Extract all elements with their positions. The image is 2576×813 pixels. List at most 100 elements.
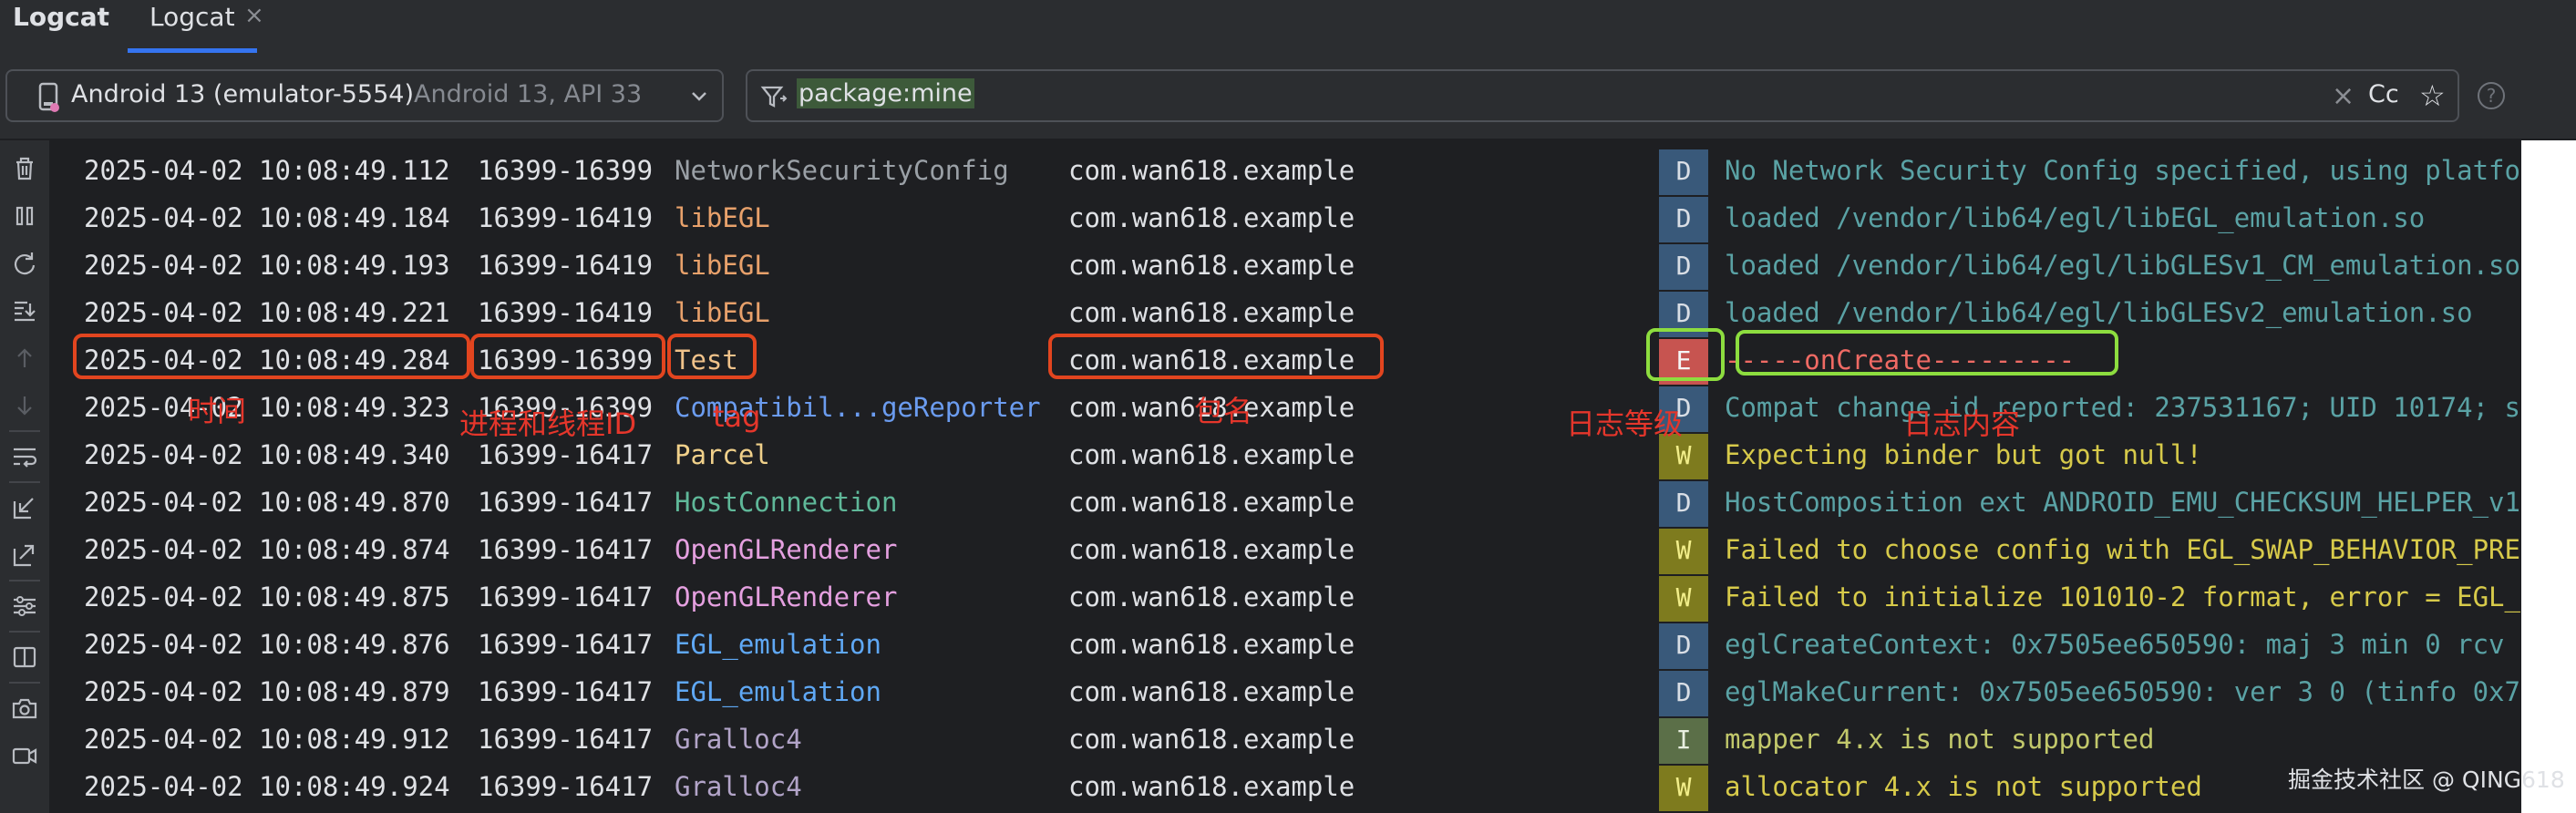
log-package: com.wan618.example bbox=[1068, 155, 1355, 186]
log-row[interactable]: 2025-04-02 10:08:49.875 16399-16417 OpenGL… bbox=[60, 574, 2576, 622]
log-tag: Gralloc4 bbox=[675, 771, 802, 802]
import-icon[interactable] bbox=[9, 492, 40, 523]
log-level-badge: D bbox=[1659, 481, 1708, 527]
log-row[interactable]: 2025-04-02 10:08:49.879 16399-16417 EGL_em… bbox=[60, 669, 2521, 716]
log-message-cell: Compat change id reported: 237531167; UI… bbox=[1725, 385, 2576, 432]
annotation-label-tag: tag bbox=[713, 399, 761, 434]
log-row[interactable]: 2025-04-02 10:08:49.193 16399-16419 libEGL… bbox=[60, 242, 2521, 290]
restart-icon[interactable] bbox=[9, 248, 40, 279]
logcat-side-toolbar bbox=[0, 140, 51, 813]
log-row[interactable]: 2025-04-02 10:08:49.340 16399-16417 Parcel… bbox=[60, 432, 2521, 479]
split-view-icon[interactable] bbox=[9, 642, 40, 673]
soft-wrap-icon[interactable] bbox=[9, 441, 40, 472]
log-message-cell: Failed to initialize 101010-2 format, er… bbox=[1725, 574, 2576, 622]
down-arrow-icon[interactable] bbox=[9, 390, 40, 421]
log-level-badge: W bbox=[1659, 529, 1708, 574]
log-list[interactable]: 2025-04-02 10:08:49.112 16399-16399 Networ… bbox=[60, 140, 2576, 813]
log-level-badge: I bbox=[1659, 718, 1708, 764]
match-case-toggle[interactable]: Cc bbox=[2368, 80, 2399, 108]
log-message-cell: loaded /vendor/lib64/egl/libEGL_emulatio… bbox=[1725, 195, 2576, 242]
log-pid-tid: 16399-16417 bbox=[478, 629, 654, 660]
log-pid-tid: 16399-16417 bbox=[478, 771, 654, 802]
log-timestamp: 2025-04-02 10:08:49.870 bbox=[84, 487, 450, 518]
log-timestamp: 2025-04-02 10:08:49.221 bbox=[84, 297, 450, 328]
up-arrow-icon[interactable] bbox=[9, 343, 40, 374]
export-icon[interactable] bbox=[9, 540, 40, 571]
log-timestamp: 2025-04-02 10:08:49.876 bbox=[84, 629, 450, 660]
log-level-badge: D bbox=[1659, 197, 1708, 242]
log-level-badge: W bbox=[1659, 766, 1708, 811]
log-timestamp: 2025-04-02 10:08:49.323 bbox=[84, 392, 450, 423]
log-tag: libEGL bbox=[675, 250, 770, 281]
chevron-down-icon bbox=[692, 92, 706, 101]
screenshot-icon[interactable] bbox=[9, 693, 40, 724]
log-pid-tid: 16399-16419 bbox=[478, 202, 654, 233]
log-message-cell: No Network Security Config specified, us… bbox=[1725, 148, 2576, 195]
device-selector[interactable]: Android 13 (emulator-5554) Android 13, A… bbox=[5, 69, 724, 122]
log-timestamp: 2025-04-02 10:08:49.112 bbox=[84, 155, 450, 186]
log-message: loaded /vendor/lib64/egl/libGLESv1_CM_em… bbox=[1725, 250, 2520, 281]
log-pid-tid: 16399-16417 bbox=[478, 487, 654, 518]
log-timestamp: 2025-04-02 10:08:49.340 bbox=[84, 439, 450, 470]
log-message: No Network Security Config specified, us… bbox=[1725, 155, 2576, 186]
annotation-box-time bbox=[73, 334, 470, 379]
favorite-star-icon[interactable]: ☆ bbox=[2419, 78, 2446, 113]
log-message: eglMakeCurrent: 0x7505ee650590: ver 3 0 … bbox=[1725, 676, 2520, 707]
device-api: Android 13, API 33 bbox=[414, 80, 643, 108]
log-row[interactable]: 2025-04-02 10:08:49.323 16399-16399 Compat… bbox=[60, 385, 2576, 432]
log-row[interactable]: 2025-04-02 10:08:49.876 16399-16417 EGL_em… bbox=[60, 622, 2536, 669]
log-message: eglCreateContext: 0x7505ee650590: maj 3 … bbox=[1725, 629, 2537, 660]
log-pid-tid: 16399-16419 bbox=[478, 250, 654, 281]
watermark: 掘金技术社区 @ QING618 bbox=[2288, 767, 2565, 793]
log-timestamp: 2025-04-02 10:08:49.184 bbox=[84, 202, 450, 233]
settings-icon[interactable] bbox=[9, 591, 40, 622]
log-message: loaded /vendor/lib64/egl/libEGL_emulatio… bbox=[1725, 202, 2426, 233]
log-package: com.wan618.example bbox=[1068, 487, 1355, 518]
log-tag: libEGL bbox=[675, 297, 770, 328]
log-pid-tid: 16399-16419 bbox=[478, 297, 654, 328]
log-message: mapper 4.x is not supported bbox=[1725, 724, 2155, 755]
log-row[interactable]: 2025-04-02 10:08:49.184 16399-16419 libEGL… bbox=[60, 195, 2521, 242]
window-edge bbox=[2521, 140, 2576, 813]
help-icon[interactable]: ? bbox=[2478, 82, 2505, 109]
log-row[interactable]: 2025-04-02 10:08:49.912 16399-16417 Grallo… bbox=[60, 716, 2521, 764]
filter-input[interactable]: package:mine × Cc ☆ bbox=[746, 69, 2459, 122]
log-pid-tid: 16399-16417 bbox=[478, 534, 654, 565]
log-message: Compat change id reported: 237531167; UI… bbox=[1725, 392, 2576, 423]
log-tag: HostConnection bbox=[675, 487, 898, 518]
log-package: com.wan618.example bbox=[1068, 724, 1355, 755]
log-level-badge: D bbox=[1659, 671, 1708, 716]
logcat-toolbar: Android 13 (emulator-5554) Android 13, A… bbox=[0, 53, 2576, 140]
tab-bar: Logcat Logcat × bbox=[0, 0, 2576, 53]
log-row[interactable]: 2025-04-02 10:08:49.112 16399-16399 Networ… bbox=[60, 148, 2576, 195]
log-timestamp: 2025-04-02 10:08:49.879 bbox=[84, 676, 450, 707]
device-icon bbox=[38, 82, 59, 112]
pause-icon[interactable] bbox=[9, 201, 40, 232]
log-package: com.wan618.example bbox=[1068, 297, 1355, 328]
log-tag: Gralloc4 bbox=[675, 724, 802, 755]
log-row[interactable]: 2025-04-02 10:08:49.221 16399-16419 libEGL… bbox=[60, 290, 2521, 337]
log-tag: OpenGLRenderer bbox=[675, 581, 898, 612]
screen-record-icon[interactable] bbox=[9, 740, 40, 771]
annotation-label-pid: 进程和线程ID bbox=[459, 406, 637, 441]
log-package: com.wan618.example bbox=[1068, 534, 1355, 565]
filter-icon bbox=[760, 86, 788, 108]
tab-close-icon[interactable]: × bbox=[244, 2, 264, 29]
filter-query-text[interactable]: package:mine bbox=[797, 78, 974, 108]
trash-icon[interactable] bbox=[9, 153, 40, 184]
log-row[interactable]: 2025-04-02 10:08:49.870 16399-16417 HostCo… bbox=[60, 479, 2521, 527]
gutter-separator bbox=[9, 682, 40, 684]
log-message-cell: mapper 4.x is not supported bbox=[1725, 716, 2576, 764]
log-pid-tid: 16399-16417 bbox=[478, 581, 654, 612]
tool-window-title: Logcat bbox=[13, 2, 109, 32]
clear-icon[interactable]: × bbox=[2332, 80, 2354, 112]
scroll-to-end-icon[interactable] bbox=[9, 295, 40, 326]
log-message: loaded /vendor/lib64/egl/libGLESv2_emula… bbox=[1725, 297, 2473, 328]
log-message-cell: loaded /vendor/lib64/egl/libGLESv1_CM_em… bbox=[1725, 242, 2576, 290]
annotation-label-package: 包名 bbox=[1194, 394, 1253, 428]
log-tag: EGL_emulation bbox=[675, 676, 881, 707]
log-row[interactable]: 2025-04-02 10:08:49.874 16399-16417 OpenGL… bbox=[60, 527, 2576, 574]
log-row[interactable]: 2025-04-02 10:08:49.924 16399-16417 Grallo… bbox=[60, 764, 2521, 811]
log-message: allocator 4.x is not supported bbox=[1725, 771, 2202, 802]
tab-logcat[interactable]: Logcat bbox=[128, 0, 257, 53]
